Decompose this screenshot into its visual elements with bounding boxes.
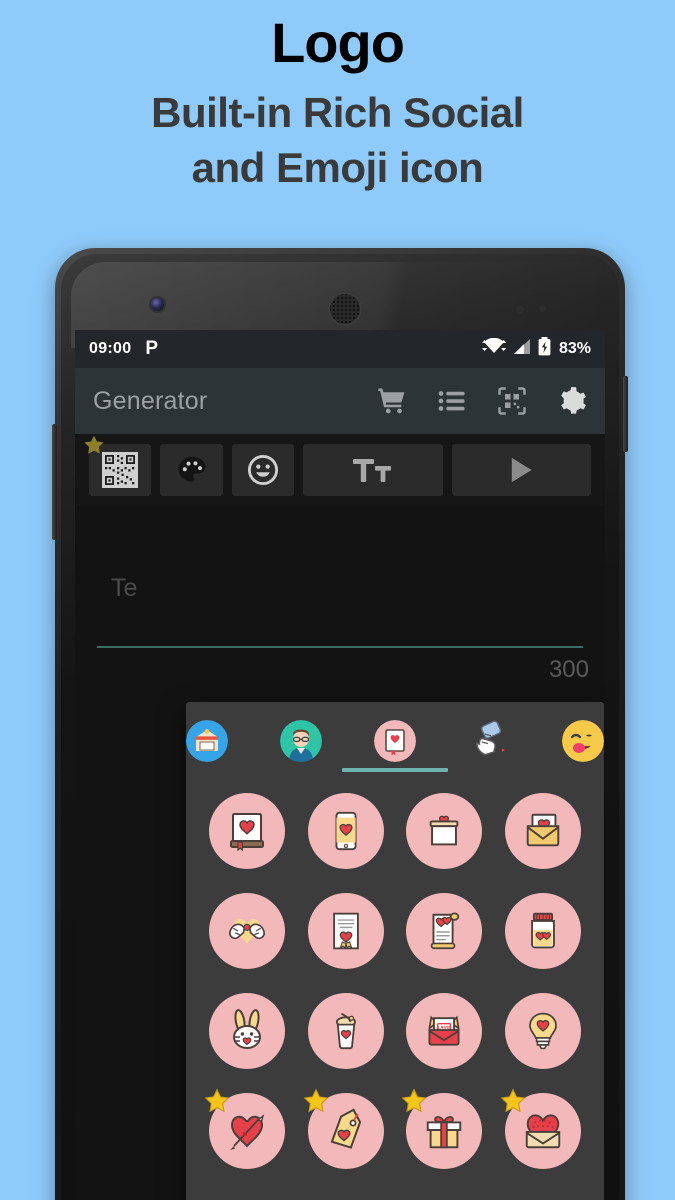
emoji-love-drink[interactable] <box>301 986 391 1076</box>
status-bar: 09:00 P 83% <box>75 330 605 368</box>
love-bunny-icon <box>233 1009 262 1049</box>
emoji-love-book[interactable] <box>202 786 292 876</box>
volume-rocker-button[interactable] <box>52 424 57 540</box>
photo-frame-icon <box>429 815 459 846</box>
gift-box-icon <box>427 1116 462 1149</box>
qr-scan-icon[interactable] <box>497 386 527 416</box>
status-time: 09:00 <box>89 340 132 357</box>
active-tab-indicator <box>342 768 448 772</box>
emoji-love-phone[interactable] <box>301 786 391 876</box>
love-envelope-icon <box>526 813 560 847</box>
smiley-icon <box>247 454 278 486</box>
emoji-love-envelope[interactable] <box>498 786 588 876</box>
heart-arrow-icon <box>230 1114 265 1150</box>
winking-face-icon <box>562 720 604 762</box>
category-tab-shop[interactable] <box>186 702 254 780</box>
signal-icon <box>513 338 532 361</box>
emoji-photo-frame[interactable] <box>399 786 489 876</box>
power-button[interactable] <box>623 376 628 452</box>
cart-icon[interactable] <box>377 386 407 416</box>
love-tag-icon <box>330 1108 361 1149</box>
love-book-icon <box>374 720 416 762</box>
love-book-icon <box>230 813 265 852</box>
front-camera-icon <box>151 298 164 311</box>
palette-icon <box>178 456 205 482</box>
palette-button[interactable] <box>160 444 223 496</box>
love-drink-icon <box>335 1012 356 1050</box>
promo-header: Logo Built-in Rich Social and Emoji icon <box>0 0 675 196</box>
emoji-love-doves[interactable] <box>202 886 292 976</box>
premium-star-icon <box>204 1088 230 1113</box>
people-icon <box>280 720 322 762</box>
category-tab-gestures[interactable] <box>442 702 536 780</box>
premium-star-icon <box>500 1088 526 1113</box>
emoji-love-jar[interactable] <box>498 886 588 976</box>
love-phone-icon <box>335 811 357 851</box>
play-button[interactable] <box>451 444 591 496</box>
text-size-button[interactable] <box>303 444 443 496</box>
char-counter-label: 300 <box>548 656 589 683</box>
editor-toolbar <box>75 434 605 506</box>
emoji-heart-mail[interactable] <box>498 1086 588 1176</box>
phone-screen: 09:00 P 83% Generator Te 300 L♥VE <box>75 330 605 1200</box>
emoji-gift-box[interactable] <box>399 1086 489 1176</box>
love-jar-icon <box>530 912 555 949</box>
emoji-love-letter[interactable]: L♥VE <box>399 986 489 1076</box>
play-icon <box>512 457 532 483</box>
category-tab-people[interactable] <box>254 702 348 780</box>
proximity-sensor-icon <box>516 306 524 314</box>
wifi-icon <box>481 337 507 361</box>
love-scroll-icon <box>430 912 460 950</box>
emoji-button[interactable] <box>231 444 295 496</box>
text-size-icon <box>352 459 391 482</box>
premium-star-icon <box>303 1088 329 1113</box>
text-input-underline <box>97 646 583 648</box>
emoji-love-scroll[interactable] <box>399 886 489 976</box>
heart-mail-icon <box>525 1114 560 1149</box>
emoji-grid: L♥VE <box>186 780 604 1176</box>
gear-icon[interactable] <box>557 386 587 416</box>
app-bar: Generator <box>75 368 605 434</box>
list-icon[interactable] <box>437 386 467 416</box>
battery-percent-label: 83% <box>558 340 591 357</box>
emoji-love-certificate[interactable] <box>301 886 391 976</box>
page-title: Logo <box>271 11 405 74</box>
love-certificate-icon <box>332 912 359 950</box>
premium-star-icon <box>401 1088 427 1113</box>
qr-code-button[interactable] <box>84 435 152 496</box>
emoji-heart-arrow[interactable] <box>202 1086 292 1176</box>
heart-bulb-icon <box>528 1012 557 1050</box>
app-notification-icon: P <box>145 338 159 359</box>
light-sensor-icon <box>539 306 545 312</box>
emoji-picker-dialog: L♥VE <box>186 702 604 1200</box>
emoji-love-tag[interactable] <box>301 1086 391 1176</box>
emoji-heart-bulb[interactable] <box>498 986 588 1076</box>
promo-subtitle-line-1: Built-in Rich Social <box>151 88 524 136</box>
love-doves-icon <box>229 919 266 945</box>
clap-hands-icon <box>476 720 505 756</box>
text-input-hint[interactable]: Te <box>111 574 137 603</box>
premium-star-icon <box>84 435 104 454</box>
promo-subtitle-line-2: and Emoji icon <box>191 144 484 192</box>
category-tab-smileys[interactable] <box>536 702 604 780</box>
category-tab-love[interactable] <box>342 702 448 780</box>
emoji-love-bunny[interactable] <box>202 986 292 1076</box>
app-title: Generator <box>93 386 208 415</box>
love-letter-icon: L♥VE <box>428 1015 461 1046</box>
battery-charging-icon <box>538 337 551 361</box>
shop-icon <box>186 720 228 762</box>
qr-code-icon <box>102 452 139 488</box>
emoji-category-tabs <box>186 702 604 780</box>
phone-mockup: 09:00 P 83% Generator Te 300 L♥VE <box>52 248 628 1200</box>
earpiece-speaker-icon <box>328 292 362 326</box>
